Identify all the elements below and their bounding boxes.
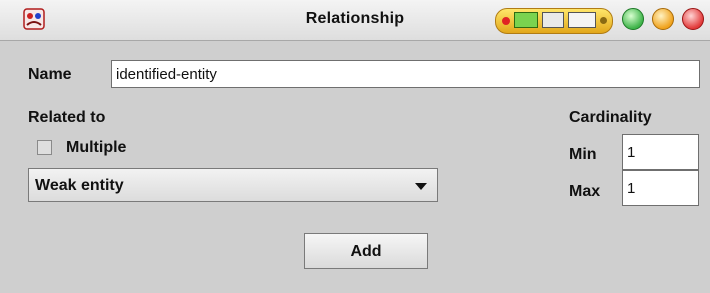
add-button-label: Add — [350, 243, 382, 260]
add-button[interactable]: Add — [304, 233, 428, 269]
cardinality-label: Cardinality — [569, 109, 652, 126]
min-label: Min — [569, 146, 597, 163]
name-label: Name — [28, 66, 72, 83]
record-indicator-icon — [502, 17, 510, 25]
screen-icon[interactable] — [514, 12, 538, 28]
titlebar-toolbar[interactable] — [495, 8, 613, 34]
multiple-checkbox[interactable] — [37, 140, 52, 155]
menu-icon[interactable] — [542, 12, 564, 28]
close-button[interactable] — [682, 8, 704, 30]
title-bar: Relationship — [0, 0, 710, 41]
window-shade-icon[interactable] — [568, 12, 596, 28]
name-input[interactable] — [111, 60, 700, 88]
multiple-label: Multiple — [66, 139, 127, 156]
max-label: Max — [569, 183, 601, 200]
related-entity-select[interactable]: Weak entity — [28, 168, 438, 202]
maximize-button[interactable] — [652, 8, 674, 30]
toolbar-dot-icon — [600, 17, 607, 24]
max-input[interactable] — [622, 170, 699, 206]
chevron-down-icon — [415, 183, 427, 190]
relationship-dialog: Relationship Name Related to Multiple We… — [0, 0, 710, 293]
minimize-button[interactable] — [622, 8, 644, 30]
min-input[interactable] — [622, 134, 699, 170]
related-entity-value: Weak entity — [35, 177, 124, 194]
related-to-label: Related to — [28, 109, 106, 126]
